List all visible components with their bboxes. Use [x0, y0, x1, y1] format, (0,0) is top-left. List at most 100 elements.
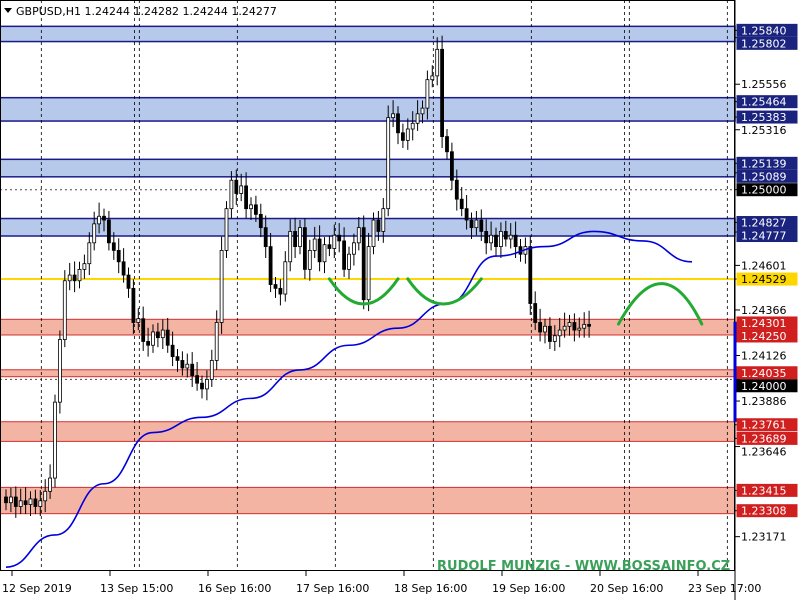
resistance-zone	[0, 25, 736, 43]
candle-body	[278, 287, 283, 295]
price-label: 1.23886	[741, 395, 787, 408]
candle-body	[92, 223, 97, 244]
candle-body	[552, 335, 557, 342]
price-label: 1.24301	[741, 317, 787, 330]
candle-body	[293, 231, 298, 248]
candle-body	[307, 250, 312, 270]
candle-body	[415, 113, 420, 124]
candle-body	[18, 500, 23, 507]
time-label: 20 Sep 16:00	[590, 582, 663, 595]
symbol-header: GBPUSD,H1 1.24244 1.24282 1.24244 1.2427…	[4, 5, 277, 18]
candle-body	[567, 322, 572, 327]
candle-body	[102, 215, 106, 221]
candle-body	[342, 240, 347, 270]
candle-body	[445, 136, 449, 153]
price-label: 1.23171	[741, 531, 787, 544]
candle-body	[376, 219, 381, 232]
candle-body	[253, 204, 258, 215]
candle-body	[577, 327, 582, 331]
candle-body	[351, 242, 356, 255]
candle-body	[440, 48, 445, 137]
candle-body	[533, 303, 538, 323]
time-label: 19 Sep 16:00	[492, 582, 565, 595]
candle-body	[239, 185, 244, 194]
candle-body	[175, 356, 180, 361]
price-label: 1.25802	[741, 37, 787, 50]
price-label: 1.24777	[741, 230, 787, 243]
candle-body	[170, 344, 175, 358]
candle-body	[204, 379, 209, 390]
candle-body	[371, 219, 376, 248]
candle-body	[224, 208, 229, 251]
candle-body	[13, 496, 18, 507]
candle-body	[513, 234, 518, 248]
candle-body	[332, 234, 337, 249]
candle-body	[557, 329, 562, 337]
candle-body	[361, 227, 366, 301]
candle-body	[498, 231, 503, 248]
price-label: 1.24529	[741, 273, 787, 286]
candle-body	[190, 363, 195, 377]
candle-body	[494, 234, 498, 248]
price-label: 1.24827	[741, 217, 787, 230]
time-label: 18 Sep 16:00	[394, 582, 467, 595]
price-label: 1.23415	[741, 484, 787, 497]
candle-body	[327, 244, 332, 249]
candle-body	[82, 263, 87, 270]
candle-body	[209, 360, 214, 380]
candle-body	[489, 234, 494, 244]
candle-body	[391, 113, 396, 119]
candle-body	[562, 325, 567, 331]
candle-body	[312, 238, 317, 251]
candle-body	[587, 323, 591, 327]
candle-body	[116, 250, 121, 263]
time-label: 13 Sep 15:00	[100, 582, 173, 595]
candle-body	[572, 322, 577, 331]
candle-body	[268, 246, 273, 285]
candle-body	[400, 132, 405, 141]
candle-body	[508, 234, 513, 240]
candle-body	[356, 227, 361, 244]
candle-body	[548, 325, 552, 342]
candle-body	[249, 204, 253, 210]
candle-body	[48, 477, 52, 492]
candle-body	[459, 198, 464, 210]
candle-body	[528, 246, 533, 304]
candle-body	[435, 48, 440, 77]
candle-body	[155, 331, 160, 339]
candle-body	[317, 238, 322, 263]
candle-body	[28, 498, 33, 506]
candle-body	[469, 219, 474, 229]
price-label: 1.24366	[741, 304, 787, 317]
candle-body	[107, 219, 111, 244]
candle-body	[200, 382, 204, 390]
price-label: 1.24035	[741, 367, 787, 380]
candle-body	[464, 208, 469, 221]
candle-body	[160, 329, 165, 339]
candle-body	[121, 261, 126, 276]
candle-body	[386, 117, 391, 210]
candle-body	[146, 341, 151, 346]
candle-body	[23, 500, 28, 506]
price-label: 1.25383	[741, 111, 787, 124]
watermark: RUDOLF MUNZIG - WWW.BOSSAINFO.CZ	[437, 559, 730, 574]
price-label: 1.24250	[741, 330, 787, 343]
candle-body	[302, 227, 307, 270]
price-label: 1.25840	[741, 24, 787, 37]
candle-body	[77, 268, 82, 282]
candle-body	[582, 323, 587, 329]
candle-body	[425, 79, 430, 109]
price-label: 1.25316	[741, 124, 787, 137]
candle-body	[165, 329, 170, 346]
forex-chart: 1.258401.25802 1.25556 1.25464 1.253831.253…	[0, 0, 800, 600]
candle-body	[219, 250, 224, 323]
candle-body	[136, 318, 141, 323]
candle-body	[126, 274, 131, 289]
candle-body	[87, 242, 92, 265]
candle-body	[322, 244, 327, 263]
time-label: 23 Sep 17:00	[688, 582, 761, 595]
candle-body	[244, 185, 249, 210]
candle-body	[366, 246, 371, 301]
candle-body	[503, 231, 508, 240]
candle-body	[72, 274, 77, 282]
